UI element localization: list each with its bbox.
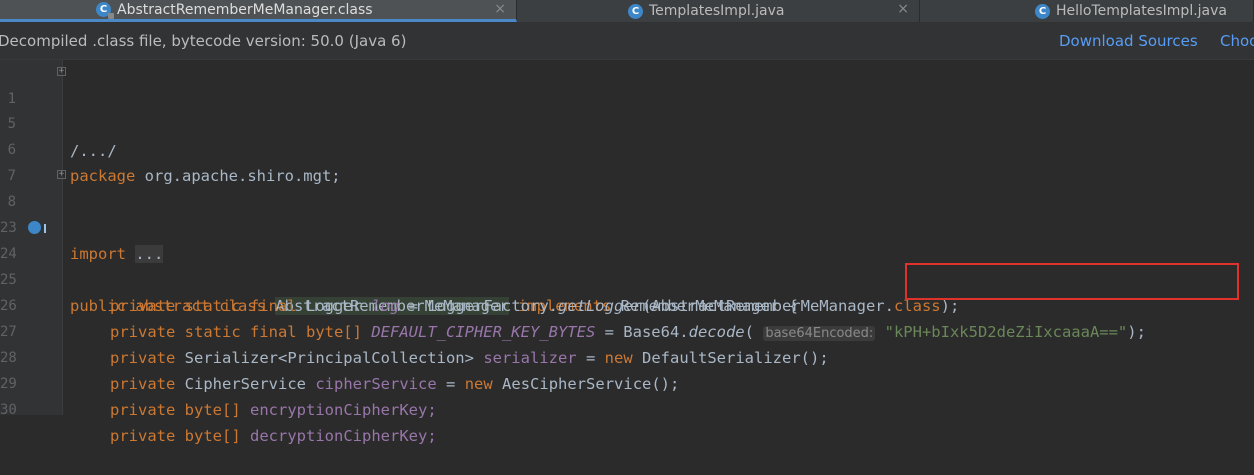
code-line: 5 (0, 85, 1254, 132)
implements-gutter-icon[interactable] (28, 221, 46, 234)
java-class-icon: C (628, 3, 643, 19)
encryption-key-field: private byte[] encryptionCipherKey; (110, 401, 437, 419)
tab-abstract-remember-me-manager[interactable]: C AbstractRememberMeManager.class × (0, 0, 517, 22)
choose-sources-link[interactable]: Choo (1220, 32, 1254, 50)
editor-tab-bar: C AbstractRememberMeManager.class × C Te… (0, 0, 1254, 23)
code-line: 8 + import ... (0, 163, 1254, 263)
code-line: 7 (0, 137, 1254, 184)
tab-label: HelloTemplatesImpl.java (1056, 3, 1227, 19)
code-line: 24 public abstract class AbstractRemembe… (0, 215, 1254, 315)
tab-label: TemplatesImpl.java (649, 3, 785, 19)
line-number: 30 (0, 402, 17, 418)
code-line: 28 private CipherService cipherService =… (0, 319, 1254, 393)
fold-expand-icon[interactable]: + (57, 67, 66, 76)
java-class-icon: C (1035, 3, 1050, 19)
close-icon[interactable]: × (897, 1, 909, 17)
tab-hello-templates-impl[interactable]: C HelloTemplatesImpl.java (921, 0, 1254, 22)
code-line: 29 private byte[] encryptionCipherKey; (0, 345, 1254, 419)
tab-label: AbstractRememberMeManager.class (117, 1, 373, 18)
fold-expand-icon[interactable]: + (57, 170, 66, 179)
tab-templates-impl[interactable]: C TemplatesImpl.java × (518, 0, 920, 22)
code-line: 1 + /.../ (0, 60, 1254, 161)
download-sources-link[interactable]: Download Sources (1059, 32, 1198, 50)
decompiled-notification-bar: Decompiled .class file, bytecode version… (0, 23, 1254, 60)
code-line: 23 (0, 189, 1254, 236)
code-line: 6 package org.apache.shiro.mgt; (0, 111, 1254, 185)
code-editor[interactable]: 1 + /.../ 5 6 package org.apache.shiro.m… (0, 60, 1254, 446)
decompiled-message: Decompiled .class file, bytecode version… (0, 32, 407, 50)
code-line: 30 private byte[] decryptionCipherKey; (0, 371, 1254, 445)
close-icon[interactable]: × (494, 1, 506, 17)
decryption-key-field: private byte[] decryptionCipherKey; (110, 427, 437, 445)
class-file-icon: C (96, 2, 114, 19)
highlight-annotation-box (905, 263, 1239, 300)
